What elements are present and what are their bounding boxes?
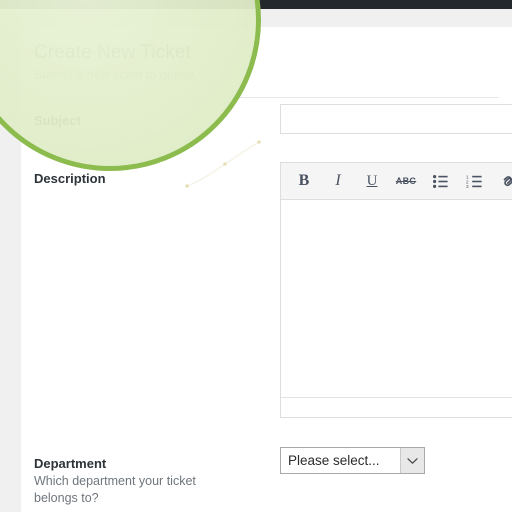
ticket-form-page: Create New Ticket Submit a new ticket to…: [0, 0, 512, 512]
description-textarea[interactable]: [281, 200, 512, 397]
bold-icon[interactable]: B: [294, 170, 314, 192]
subject-input[interactable]: [280, 104, 512, 134]
unordered-list-icon[interactable]: [430, 170, 450, 192]
admin-bar: [0, 0, 512, 9]
ordered-list-icon[interactable]: 1 2 3: [464, 170, 484, 192]
subject-control: [280, 104, 512, 134]
rich-text-editor: B I U ABC 1 2 3: [280, 162, 512, 418]
subject-label: Subject: [34, 113, 81, 128]
department-control: Please select...: [280, 447, 425, 474]
form-panel: Create New Ticket Submit a new ticket to…: [21, 27, 512, 512]
description-control: B I U ABC 1 2 3: [280, 162, 512, 418]
editor-toolbar: B I U ABC 1 2 3: [281, 163, 512, 200]
italic-icon[interactable]: I: [328, 170, 348, 192]
secondary-bar: [0, 9, 512, 27]
svg-text:3: 3: [466, 184, 469, 188]
strikethrough-icon[interactable]: ABC: [396, 170, 416, 192]
page-title: Create New Ticket: [34, 42, 191, 63]
underline-icon[interactable]: U: [362, 170, 382, 192]
department-label: Department: [34, 456, 107, 471]
chevron-down-icon[interactable]: [400, 448, 424, 473]
department-help-text: Which department your ticket belongs to?: [34, 474, 196, 505]
sidebar-rail: [0, 27, 21, 512]
header-divider: [34, 97, 499, 98]
description-label: Description: [34, 171, 106, 186]
page-subtitle: Submit a new ticket to queue.: [34, 68, 198, 82]
link-icon[interactable]: [498, 170, 512, 192]
editor-status-bar: [281, 397, 512, 417]
